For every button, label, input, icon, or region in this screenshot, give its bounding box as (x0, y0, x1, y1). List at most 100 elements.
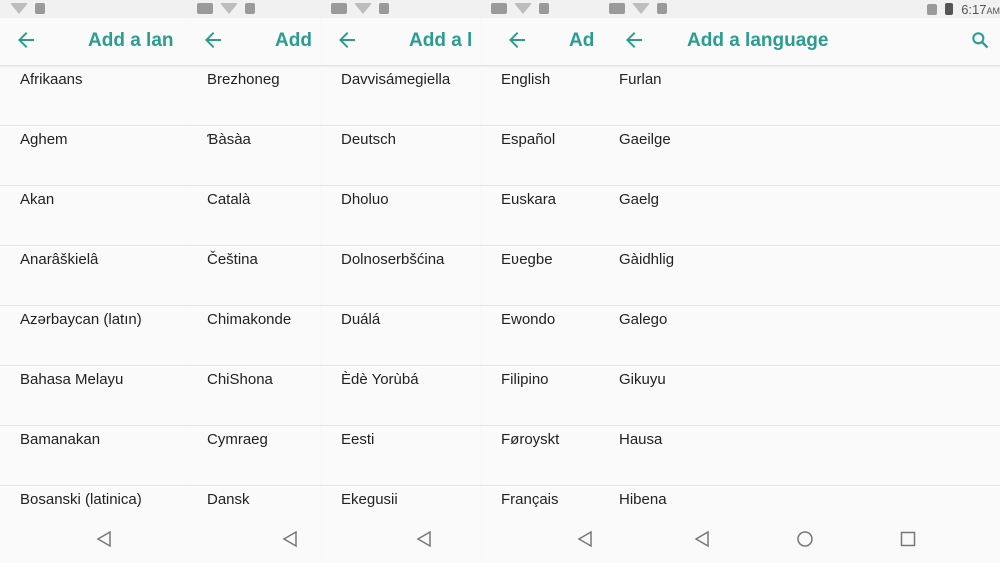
language-label: Eesti (341, 431, 375, 448)
back-arrow-icon[interactable] (201, 28, 225, 52)
language-panel-1: Add a lan Afrikaans Aghem Akan Anarâškie… (0, 0, 190, 563)
language-panel-5: 6:17AM Add a language Furlan Gaeilge Gae… (599, 0, 1000, 563)
language-label: Filipino (501, 371, 549, 388)
language-list: Furlan Gaeilge Gaelg Gàidhlig Galego Gik… (599, 66, 1000, 546)
language-label: Akan (20, 191, 55, 208)
language-label: Aghem (20, 131, 68, 148)
back-arrow-icon[interactable] (622, 28, 646, 52)
list-item[interactable]: Afrikaans (0, 66, 190, 126)
page-title: Add (275, 30, 312, 51)
list-item[interactable]: Gàidhlig (599, 246, 1000, 306)
language-label: Galego (619, 311, 668, 328)
language-label: Čeština (207, 251, 258, 268)
list-item[interactable]: Gaeilge (599, 126, 1000, 186)
language-label: English (501, 71, 551, 88)
language-label: Gikuyu (619, 371, 666, 388)
page-title: Add a language (687, 30, 829, 51)
list-item[interactable]: Eesti (321, 426, 483, 486)
wifi-icon (632, 3, 650, 14)
nav-bar (321, 518, 483, 563)
list-item[interactable]: Bahasa Melayu (0, 366, 190, 426)
back-arrow-icon[interactable] (335, 28, 359, 52)
list-item[interactable]: Galego (599, 306, 1000, 366)
no-sim-icon (927, 3, 938, 15)
language-label: Bahasa Melayu (20, 371, 124, 388)
language-label: Ɓàsàa (207, 131, 251, 148)
image-icon (491, 3, 507, 14)
search-icon[interactable] (970, 30, 990, 50)
language-label: Anarâškielâ (20, 251, 99, 268)
language-label: Davvisámegiella (341, 71, 451, 88)
language-label: Bosanski (latinica) (20, 491, 142, 508)
list-item[interactable]: Azərbaycan (latın) (0, 306, 190, 366)
list-item[interactable]: Dholuo (321, 186, 483, 246)
nav-back-icon[interactable] (694, 530, 710, 548)
nav-back-icon[interactable] (577, 530, 593, 548)
list-item[interactable]: Hausa (599, 426, 1000, 486)
list-item[interactable]: Anarâškielâ (0, 246, 190, 306)
language-label: Eʋegbe (501, 251, 553, 268)
list-item[interactable]: Eʋegbe (481, 246, 600, 306)
language-label: Azərbaycan (latın) (20, 311, 142, 328)
nav-bar (0, 518, 190, 563)
list-item[interactable]: Gaelg (599, 186, 1000, 246)
language-label: ChiShona (207, 371, 273, 388)
language-label: Cymraeg (207, 431, 268, 448)
nav-back-icon[interactable] (282, 530, 298, 548)
nav-bar (481, 518, 600, 563)
list-item[interactable]: Akan (0, 186, 190, 246)
list-item[interactable]: Chimakonde (187, 306, 325, 366)
nav-back-icon[interactable] (96, 530, 112, 548)
list-item[interactable]: Cymraeg (187, 426, 325, 486)
list-item[interactable]: Filipino (481, 366, 600, 426)
list-item[interactable]: Ɓàsàa (187, 126, 325, 186)
language-list: Davvisámegiella Deutsch Dholuo Dolnoserb… (321, 66, 483, 546)
sim-icon (539, 3, 549, 14)
list-item[interactable]: Duálá (321, 306, 483, 366)
image-icon (197, 3, 213, 14)
list-item[interactable]: Brezhoneg (187, 66, 325, 126)
app-bar: Add (187, 18, 325, 66)
app-bar: Add a lan (0, 18, 190, 66)
page-title: Add a lan (88, 30, 174, 51)
list-item[interactable]: Euskara (481, 186, 600, 246)
image-icon (609, 3, 625, 14)
list-item[interactable]: Føroyskt (481, 426, 600, 486)
list-item[interactable]: Ewondo (481, 306, 600, 366)
language-label: Gàidhlig (619, 251, 675, 268)
language-label: Deutsch (341, 131, 397, 148)
nav-bar (599, 518, 1000, 563)
list-item[interactable]: Èdè Yorùbá (321, 366, 483, 426)
sim-icon (245, 3, 255, 14)
nav-back-icon[interactable] (416, 530, 432, 548)
list-item[interactable]: Davvisámegiella (321, 66, 483, 126)
list-item[interactable]: Català (187, 186, 325, 246)
language-label: Ekegusii (341, 491, 398, 508)
clock: 6:17AM (961, 1, 1000, 17)
language-label: Hausa (619, 431, 663, 448)
list-item[interactable]: Bamanakan (0, 426, 190, 486)
app-bar: Ad (481, 18, 600, 66)
list-item[interactable]: English (481, 66, 600, 126)
language-label: Dolnoserbšćina (341, 251, 445, 268)
back-arrow-icon[interactable] (14, 28, 38, 52)
list-item[interactable]: Dolnoserbšćina (321, 246, 483, 306)
language-panel-3: Add a l Davvisámegiella Deutsch Dholuo D… (321, 0, 483, 563)
back-arrow-icon[interactable] (505, 28, 529, 52)
sim-icon (35, 3, 45, 14)
language-label: Español (501, 131, 556, 148)
list-item[interactable]: ChiShona (187, 366, 325, 426)
list-item[interactable]: Deutsch (321, 126, 483, 186)
nav-recents-icon[interactable] (900, 531, 916, 547)
language-panel-2: Add Brezhoneg Ɓàsàa Català Čeština Chima… (187, 0, 325, 563)
list-item[interactable]: Español (481, 126, 600, 186)
language-label: Català (207, 191, 251, 208)
language-label: Gaeilge (619, 131, 671, 148)
nav-home-icon[interactable] (796, 530, 814, 548)
list-item[interactable]: Aghem (0, 126, 190, 186)
language-label: Afrikaans (20, 71, 83, 88)
list-item[interactable]: Gikuyu (599, 366, 1000, 426)
list-item[interactable]: Čeština (187, 246, 325, 306)
status-bar (0, 0, 190, 18)
list-item[interactable]: Furlan (599, 66, 1000, 126)
